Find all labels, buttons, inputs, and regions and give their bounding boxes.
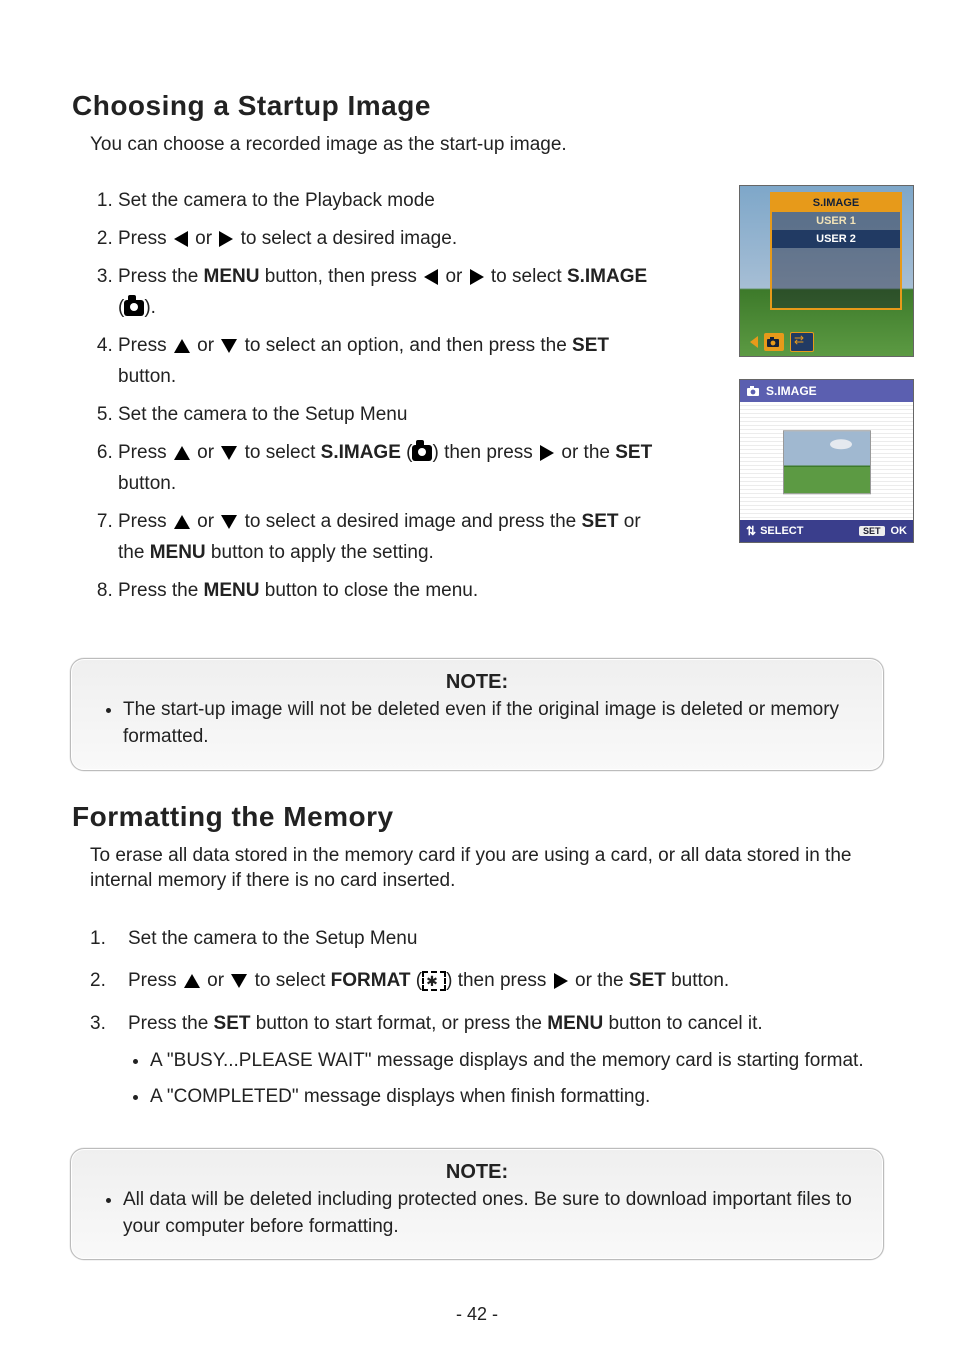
- right-icon: [219, 231, 233, 247]
- sub-bullet: A "BUSY...PLEASE WAIT" message displays …: [150, 1043, 914, 1079]
- heading-choosing-startup-image: Choosing a Startup Image: [72, 90, 914, 122]
- down-icon: [221, 339, 237, 353]
- step-item: Set the camera to the Setup Menu: [118, 396, 658, 434]
- left-icon: [424, 269, 438, 285]
- menu-title-row: S.IMAGE: [772, 194, 900, 212]
- step-item: Press or to select a desired image and p…: [118, 503, 658, 572]
- preview-thumbnail: [783, 430, 871, 494]
- down-icon: [221, 446, 237, 460]
- heading-formatting-memory: Formatting the Memory: [72, 801, 914, 833]
- right-icon: [470, 269, 484, 285]
- step-item: Press the MENU button, then press or to …: [118, 258, 658, 327]
- step-item: Set the camera to the Playback mode: [118, 182, 658, 220]
- camera-icon: [746, 385, 760, 397]
- note-title: NOTE:: [101, 1161, 853, 1184]
- intro-formatting-memory: To erase all data stored in the memory c…: [90, 843, 914, 894]
- manual-page: Choosing a Startup Image You can choose …: [0, 0, 954, 1351]
- left-icon: [174, 231, 188, 247]
- step-item: Press or to select S.IMAGE () then press…: [118, 434, 658, 503]
- note-box-startup-image: NOTE: The start-up image will not be del…: [70, 658, 884, 770]
- nav-camera-icon: [764, 333, 784, 351]
- format-icon: [422, 971, 446, 991]
- menu-option-user2: USER 2: [772, 230, 900, 248]
- sub-bullet: A "COMPLETED" message displays when fini…: [150, 1079, 914, 1115]
- screen-footer: ⇅ SELECT SET OK: [740, 520, 913, 542]
- right-icon: [540, 445, 554, 461]
- note-title: NOTE:: [101, 671, 853, 694]
- step-item: Press or to select an option, and then p…: [118, 327, 658, 396]
- down-icon: [231, 974, 247, 988]
- step-item: Press or to select FORMAT () then press …: [90, 960, 914, 1002]
- note-box-formatting: NOTE: All data will be deleted including…: [70, 1148, 884, 1260]
- up-icon: [174, 446, 190, 460]
- step-item: Set the camera to the Setup Menu: [90, 918, 914, 960]
- camera-icon: [412, 445, 432, 461]
- nav-left-arrow-icon: [750, 336, 758, 348]
- right-icon: [554, 973, 568, 989]
- onscreen-nav-bar: [750, 332, 814, 352]
- step-item: Press the MENU button to close the menu.: [118, 572, 658, 610]
- up-icon: [184, 974, 200, 988]
- menu-option-user1: USER 1: [772, 212, 900, 230]
- intro-startup-image: You can choose a recorded image as the s…: [90, 132, 914, 158]
- step-item: Press the SET button to start format, or…: [90, 1003, 914, 1120]
- camera-icon: [124, 300, 144, 316]
- steps-startup-image: Set the camera to the Playback modePress…: [90, 182, 658, 611]
- camera-screenshot-simage-menu: S.IMAGE USER 1 USER 2: [739, 185, 914, 357]
- screen-header: S.IMAGE: [740, 380, 913, 402]
- set-button-icon: SET: [859, 526, 885, 536]
- camera-screenshots-column: S.IMAGE USER 1 USER 2 S.IMAGE: [739, 185, 914, 543]
- steps-formatting-memory: Set the camera to the Setup MenuPress or…: [90, 918, 914, 1120]
- note-item: All data will be deleted including prote…: [123, 1186, 853, 1241]
- nav-swap-icon: [790, 332, 814, 352]
- onscreen-menu: S.IMAGE USER 1 USER 2: [770, 192, 902, 310]
- note-item: The start-up image will not be deleted e…: [123, 696, 853, 751]
- down-icon: [221, 515, 237, 529]
- page-number: - 42 -: [0, 1304, 954, 1325]
- up-icon: [174, 339, 190, 353]
- up-icon: [174, 515, 190, 529]
- camera-screenshot-simage-select: S.IMAGE ⇅ SELECT SET OK: [739, 379, 914, 543]
- step-item: Press or to select a desired image.: [118, 220, 658, 258]
- up-down-icon: ⇅: [746, 524, 754, 538]
